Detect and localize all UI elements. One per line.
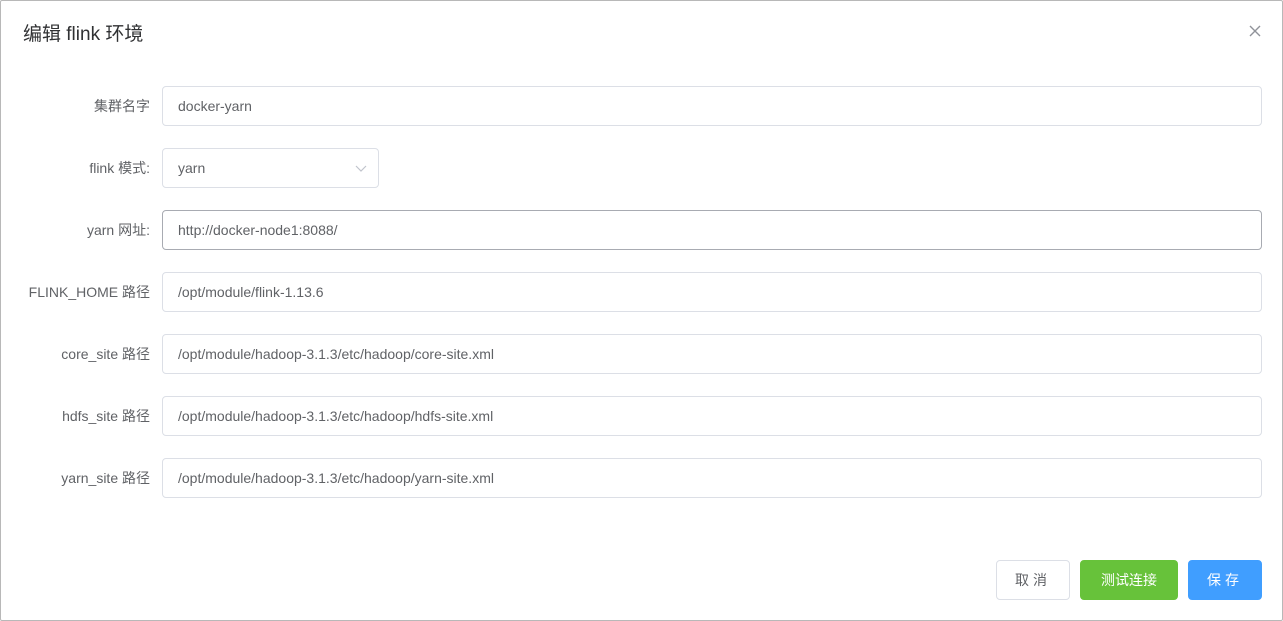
form-item-core-site: core_site 路径 /opt/module/hadoop-3.1.3/et… [0,334,1283,374]
form-item-hdfs-site: hdfs_site 路径 /opt/module/hadoop-3.1.3/et… [0,396,1283,436]
flink-mode-label: flink 模式: [89,160,150,176]
core-site-input[interactable]: /opt/module/hadoop-3.1.3/etc/hadoop/core… [162,334,1262,374]
flink-mode-select[interactable]: yarn [162,148,379,188]
save-button[interactable]: 保存 [1188,560,1262,600]
form-item-cluster-name: 集群名字 docker-yarn [0,86,1283,126]
test-connection-button[interactable]: 测试连接 [1080,560,1178,600]
core-site-label: core_site 路径 [61,346,150,362]
flink-mode-selected-value: yarn [178,160,206,176]
dialog-title: 编辑 flink 环境 [23,24,144,45]
hdfs-site-input[interactable]: /opt/module/hadoop-3.1.3/etc/hadoop/hdfs… [162,396,1262,436]
close-icon [1246,22,1264,40]
yarn-site-label: yarn_site 路径 [61,470,150,486]
yarn-site-input[interactable]: /opt/module/hadoop-3.1.3/etc/hadoop/yarn… [162,458,1262,498]
cancel-button[interactable]: 取消 [996,560,1070,600]
cluster-name-input[interactable]: docker-yarn [162,86,1262,126]
form-item-flink-mode: flink 模式: yarn [0,148,1283,188]
hdfs-site-label: hdfs_site 路径 [62,408,150,424]
flink-home-label: FLINK_HOME 路径 [28,284,150,300]
yarn-url-input[interactable]: http://docker-node1:8088/ [162,210,1262,250]
flink-home-input[interactable]: /opt/module/flink-1.13.6 [162,272,1262,312]
close-button[interactable] [1246,22,1264,40]
chevron-down-icon [355,162,367,174]
yarn-url-label: yarn 网址: [86,222,150,238]
cluster-name-label: 集群名字 [94,98,150,114]
form-item-yarn-site: yarn_site 路径 /opt/module/hadoop-3.1.3/et… [0,458,1283,498]
form-item-flink-home: FLINK_HOME 路径 /opt/module/flink-1.13.6 [0,272,1283,312]
form-item-yarn-url: yarn 网址: http://docker-node1:8088/ [0,210,1283,250]
